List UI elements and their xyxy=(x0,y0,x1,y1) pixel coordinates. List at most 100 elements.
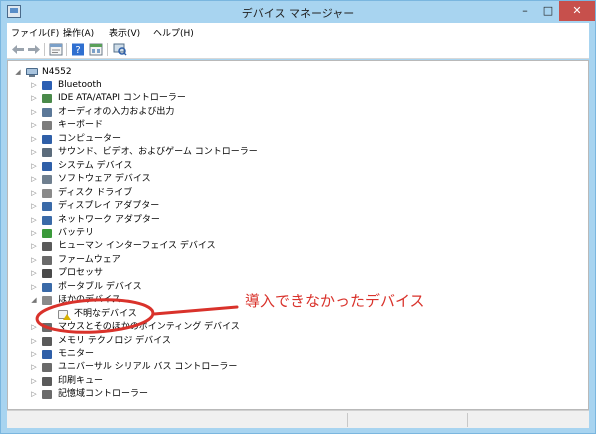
back-arrow-icon[interactable] xyxy=(11,43,25,56)
tree-item[interactable]: ▷ IDE ATA/ATAPI コントローラー xyxy=(8,92,308,105)
sound-video-icon xyxy=(42,148,52,157)
tree-item-label: ディスプレイ アダプター xyxy=(58,201,160,211)
tree-item[interactable]: ▷ コンピューター xyxy=(8,133,308,146)
expand-arrow-icon[interactable]: ▷ xyxy=(30,106,38,119)
expand-arrow-icon[interactable]: ▷ xyxy=(30,146,38,159)
expand-arrow-icon[interactable]: ▷ xyxy=(30,92,38,105)
tree-item-label: Bluetooth xyxy=(58,80,102,90)
tree-item[interactable]: ▷ ディスク ドライブ xyxy=(8,187,308,200)
toolbar: ? xyxy=(7,41,589,59)
tree-item[interactable]: ▷ プロセッサ xyxy=(8,267,308,280)
tree-item[interactable]: ▷ Bluetooth xyxy=(8,79,308,92)
software-device-icon xyxy=(42,175,52,184)
minimize-button[interactable]: – xyxy=(513,1,537,21)
computer-root-icon xyxy=(26,68,38,77)
ide-controller-icon xyxy=(42,94,52,103)
expand-arrow-icon[interactable]: ▷ xyxy=(30,160,38,173)
tree-item-label: サウンド、ビデオ、およびゲーム コントローラー xyxy=(58,147,258,157)
tree-item-label: ヒューマン インターフェイス デバイス xyxy=(58,241,216,251)
tree-item[interactable]: ▷ ヒューマン インターフェイス デバイス xyxy=(8,240,308,253)
tree-item[interactable]: ▷ ファームウェア xyxy=(8,254,308,267)
tree-item-label: 不明なデバイス xyxy=(74,309,137,319)
network-adapter-icon xyxy=(42,216,52,225)
mouse-icon xyxy=(42,323,52,332)
battery-icon xyxy=(42,229,52,238)
expand-arrow-icon[interactable]: ▷ xyxy=(30,321,38,334)
processor-icon xyxy=(42,269,52,278)
tree-item-label: ソフトウェア デバイス xyxy=(58,174,151,184)
help-icon[interactable]: ? xyxy=(71,43,85,56)
scan-hardware-icon[interactable] xyxy=(113,43,127,56)
status-divider xyxy=(347,413,348,427)
view-icon[interactable] xyxy=(89,43,103,56)
expand-arrow-icon[interactable]: ▷ xyxy=(30,200,38,213)
expand-arrow-icon[interactable]: ▷ xyxy=(30,227,38,240)
other-devices-icon xyxy=(42,296,52,305)
warning-triangle-icon xyxy=(63,314,71,320)
expand-arrow-icon[interactable]: ▷ xyxy=(30,254,38,267)
svg-text:?: ? xyxy=(75,45,80,56)
expand-arrow-icon[interactable]: ▷ xyxy=(30,240,38,253)
collapse-arrow-icon[interactable]: ◢ xyxy=(14,66,22,79)
usb-icon xyxy=(42,363,52,372)
menu-view[interactable]: 表示(V) xyxy=(109,26,140,39)
title-bar[interactable]: デバイス マネージャー – □ ✕ xyxy=(1,1,595,23)
tree-item[interactable]: ▷ キーボード xyxy=(8,119,308,132)
tree-item[interactable]: ▷ ネットワーク アダプター xyxy=(8,214,308,227)
menu-file[interactable]: ファイル(F) xyxy=(11,26,59,39)
tree-item-label: システム デバイス xyxy=(58,161,133,171)
expand-arrow-icon[interactable]: ▷ xyxy=(30,388,38,401)
tree-item[interactable]: ▷ システム デバイス xyxy=(8,160,308,173)
tree-item[interactable]: ▷ サウンド、ビデオ、およびゲーム コントローラー xyxy=(8,146,308,159)
status-bar xyxy=(7,410,589,428)
expand-arrow-icon[interactable]: ▷ xyxy=(30,133,38,146)
status-divider xyxy=(467,413,468,427)
expand-arrow-icon[interactable]: ▷ xyxy=(30,361,38,374)
audio-icon xyxy=(42,108,52,117)
expand-arrow-icon[interactable]: ▷ xyxy=(30,119,38,132)
tree-item-label: ネットワーク アダプター xyxy=(58,215,160,225)
expand-arrow-icon[interactable]: ▷ xyxy=(30,348,38,361)
tree-item-label: ユニバーサル シリアル バス コントローラー xyxy=(58,362,238,372)
tree-item-label: ディスク ドライブ xyxy=(58,188,133,198)
tree-item[interactable]: ▷ ソフトウェア デバイス xyxy=(8,173,308,186)
tree-item[interactable]: ▷ オーディオの入力および出力 xyxy=(8,106,308,119)
tree-item[interactable]: ▷ マウスとそのほかのポインティング デバイス xyxy=(8,321,308,334)
tree-item[interactable]: ▷ 記憶域コントローラー xyxy=(8,388,308,401)
toolbar-separator xyxy=(66,43,67,56)
tree-item-label: 記憶域コントローラー xyxy=(58,389,149,399)
expand-arrow-icon[interactable]: ▷ xyxy=(30,375,38,388)
expand-arrow-icon[interactable]: ▷ xyxy=(30,267,38,280)
disk-drive-icon xyxy=(42,189,52,198)
print-queue-icon xyxy=(42,377,52,386)
expand-arrow-icon[interactable]: ▷ xyxy=(30,79,38,92)
tree-item-label: マウスとそのほかのポインティング デバイス xyxy=(58,322,240,332)
maximize-button[interactable]: □ xyxy=(537,1,559,21)
forward-arrow-icon[interactable] xyxy=(27,43,41,56)
tree-item-label: コンピューター xyxy=(58,134,122,144)
bluetooth-icon xyxy=(42,81,52,90)
tree-item[interactable]: ▷ ユニバーサル シリアル バス コントローラー xyxy=(8,361,308,374)
menu-help[interactable]: ヘルプ(H) xyxy=(153,26,194,39)
tree-item-label: キーボード xyxy=(58,120,104,130)
device-tree[interactable]: ◢ N4552 ▷ Bluetooth ▷ IDE ATA/ATAPI コントローラー… xyxy=(7,60,589,410)
tree-item[interactable]: ▷ モニター xyxy=(8,348,308,361)
tree-item-label: ほかのデバイス xyxy=(58,295,121,305)
collapse-arrow-icon[interactable]: ◢ xyxy=(30,294,38,307)
expand-arrow-icon[interactable]: ▷ xyxy=(30,187,38,200)
close-button[interactable]: ✕ xyxy=(559,1,595,21)
tree-item-label: IDE ATA/ATAPI コントローラー xyxy=(58,93,186,103)
expand-arrow-icon[interactable]: ▷ xyxy=(30,335,38,348)
tree-item[interactable]: ▷ ディスプレイ アダプター xyxy=(8,200,308,213)
tree-item[interactable]: ▷ 印刷キュー xyxy=(8,375,308,388)
display-adapter-icon xyxy=(42,202,52,211)
expand-arrow-icon[interactable]: ▷ xyxy=(30,214,38,227)
tree-item[interactable]: ▷ メモリ テクノロジ デバイス xyxy=(8,335,308,348)
menu-action[interactable]: 操作(A) xyxy=(63,26,94,39)
expand-arrow-icon[interactable]: ▷ xyxy=(30,281,38,294)
expand-arrow-icon[interactable]: ▷ xyxy=(30,173,38,186)
tree-root-computer[interactable]: ◢ N4552 xyxy=(14,66,214,79)
monitor-icon xyxy=(42,350,52,359)
properties-icon[interactable] xyxy=(49,43,63,56)
tree-item[interactable]: ▷ バッテリ xyxy=(8,227,308,240)
